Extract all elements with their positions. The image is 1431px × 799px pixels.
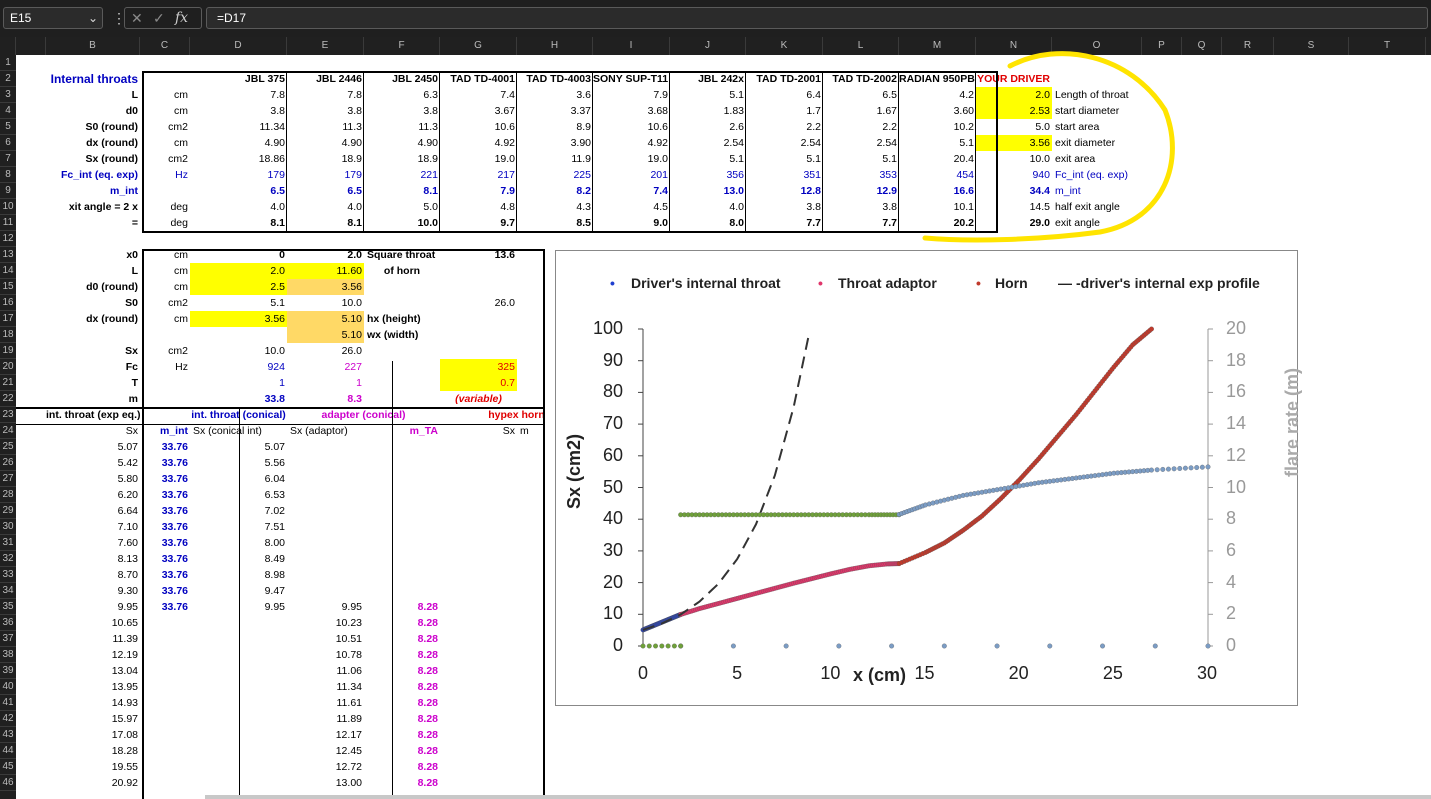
yellow-annotation xyxy=(922,51,1175,243)
horizontal-scrollbar[interactable] xyxy=(205,795,1431,799)
